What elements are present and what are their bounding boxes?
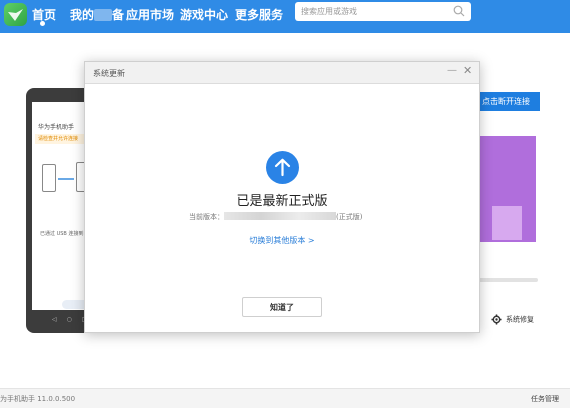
system-update-dialog: 系统更新 — ✕ 已是最新正式版 当前版本： (正式版) 切换到其他版本 > 知道… (84, 61, 480, 333)
phone-warning-text: 请检查并允许连接 (38, 136, 79, 142)
promo-card-shape (492, 206, 522, 240)
nav-home[interactable]: 首页 (32, 6, 56, 23)
system-repair-label: 系统修复 (506, 315, 534, 324)
current-version: 当前版本： (正式版) (189, 212, 362, 222)
nav-active-indicator (40, 21, 45, 26)
minimize-icon[interactable]: — (447, 65, 457, 76)
search-box[interactable] (295, 2, 471, 21)
storage-progress-bar (478, 278, 538, 282)
dialog-titlebar: 系统更新 — ✕ (85, 62, 479, 84)
task-manager-link[interactable]: 任务管理 (531, 394, 559, 404)
top-nav-bar: 首页 我的 备 应用市场 游戏中心 更多服务 (0, 0, 570, 33)
connection-line (58, 178, 74, 180)
redacted-version (224, 212, 336, 220)
app-logo-icon (4, 3, 27, 26)
up-arrow-icon (266, 151, 299, 184)
nav-my-device-prefix: 我的 (70, 8, 95, 22)
current-version-suffix: (正式版) (336, 213, 363, 221)
gear-icon (491, 314, 502, 325)
switch-version-link[interactable]: 切换到其他版本 > (85, 235, 479, 246)
dialog-title: 系统更新 (93, 69, 125, 78)
system-repair-link[interactable]: 系统修复 (491, 314, 534, 325)
got-it-button[interactable]: 知道了 (242, 297, 322, 317)
current-version-label: 当前版本： (189, 213, 224, 221)
search-icon[interactable] (453, 5, 465, 17)
disconnect-button[interactable]: 点击断开连接 (472, 92, 540, 111)
nav-my-device-suffix: 备 (112, 8, 125, 22)
close-icon[interactable]: ✕ (463, 64, 472, 77)
status-bar: 为手机助手 11.0.0.500 任务管理 (0, 388, 570, 408)
nav-app-market[interactable]: 应用市场 (126, 6, 174, 23)
promo-card (478, 136, 536, 242)
nav-redacted-text (94, 9, 113, 21)
nav-game-center[interactable]: 游戏中心 (180, 6, 228, 23)
dialog-heading: 已是最新正式版 (236, 194, 328, 209)
app-version: 为手机助手 11.0.0.500 (0, 395, 76, 403)
phone-device-icon (42, 164, 56, 192)
phone-app-title: 华为手机助手 (38, 124, 75, 131)
nav-my-device[interactable]: 我的 备 (70, 6, 124, 23)
search-input[interactable] (301, 4, 447, 19)
nav-more-services[interactable]: 更多服务 (235, 6, 283, 23)
